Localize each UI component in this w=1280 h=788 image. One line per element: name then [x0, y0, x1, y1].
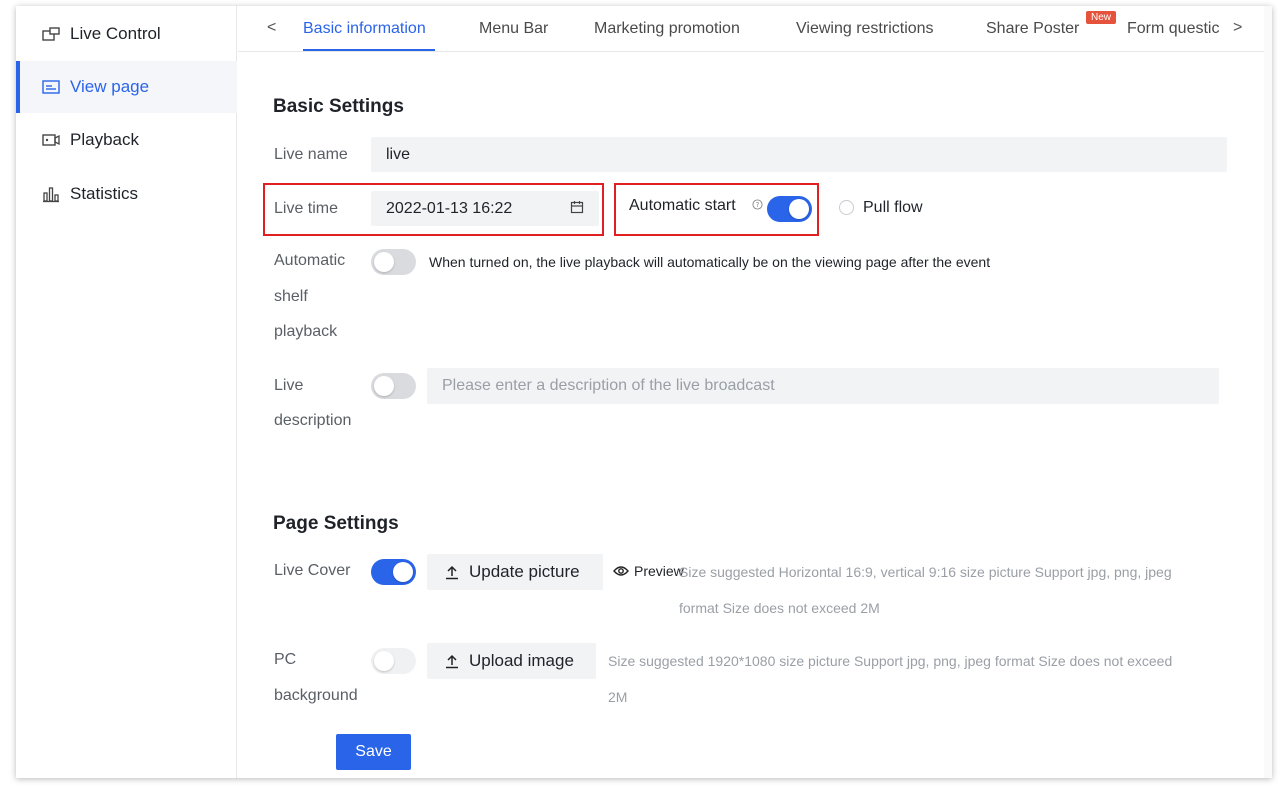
- live-description-switch[interactable]: [371, 373, 416, 399]
- live-name-value: live: [386, 145, 411, 163]
- upload-icon: [445, 565, 459, 580]
- tab-bar: < Basic information Menu Bar Marketing p…: [238, 6, 1272, 52]
- pull-flow-radio[interactable]: [839, 200, 854, 215]
- cover-hint-line2: format Size does not exceed 2M: [679, 600, 880, 616]
- live-control-icon: [42, 25, 60, 43]
- sidebar-item-label: Live Control: [70, 24, 161, 43]
- sidebar-item-live-control[interactable]: Live Control: [16, 8, 237, 60]
- automatic-shelf-label-line1: Automatic: [274, 252, 346, 269]
- help-icon[interactable]: ?: [752, 199, 763, 210]
- live-name-label: Live name: [274, 146, 348, 163]
- live-time-label: Live time: [274, 200, 339, 217]
- switch-knob: [393, 562, 413, 582]
- scrollbar-track[interactable]: [1264, 6, 1272, 778]
- pull-flow-label: Pull flow: [863, 199, 923, 216]
- sidebar-item-view-page[interactable]: View page: [16, 61, 237, 113]
- svg-text:?: ?: [756, 201, 760, 209]
- cover-hint-line1: Size suggested Horizontal 16:9, vertical…: [679, 564, 1172, 580]
- app-window: Live Control View page Playback Statisti…: [16, 6, 1272, 778]
- pc-background-label-line1: PC: [274, 651, 297, 668]
- calendar-icon: [570, 200, 584, 214]
- pc-background-label-line2: background: [274, 687, 358, 704]
- automatic-shelf-switch[interactable]: [371, 249, 416, 275]
- live-name-input[interactable]: live: [371, 137, 1227, 172]
- tab-prev-arrow[interactable]: <: [267, 19, 276, 37]
- view-page-icon: [42, 78, 60, 96]
- tab-viewing-restrictions[interactable]: Viewing restrictions: [796, 20, 934, 38]
- tab-form-questionnaire[interactable]: Form questic: [1127, 20, 1227, 38]
- switch-knob: [374, 376, 394, 396]
- live-description-label-line2: description: [274, 412, 352, 429]
- statistics-icon: [42, 185, 60, 203]
- upload-image-label: Upload image: [469, 651, 574, 670]
- automatic-start-label: Automatic start: [629, 197, 736, 214]
- tab-share-poster[interactable]: Share Poster: [986, 20, 1079, 38]
- automatic-shelf-label-line2: shelf: [274, 288, 308, 305]
- automatic-shelf-hint: When turned on, the live playback will a…: [429, 254, 991, 270]
- playback-icon: [42, 131, 60, 149]
- upload-image-button[interactable]: Upload image: [427, 643, 596, 679]
- live-cover-switch[interactable]: [371, 559, 416, 585]
- main-content: Basic Settings Live name live Live time …: [238, 52, 1272, 778]
- live-description-label-line1: Live: [274, 377, 304, 394]
- sidebar-item-playback[interactable]: Playback: [16, 114, 237, 166]
- upload-icon: [445, 654, 459, 669]
- live-cover-label: Live Cover: [274, 562, 351, 579]
- automatic-start-switch[interactable]: [767, 196, 812, 222]
- sidebar-item-label: View page: [70, 77, 150, 96]
- pc-hint-line2: 2M: [608, 689, 628, 705]
- live-time-value: 2022-01-13 16:22: [386, 199, 513, 217]
- live-description-placeholder: Please enter a description of the live b…: [442, 377, 775, 394]
- sidebar-item-label: Statistics: [70, 184, 139, 203]
- update-picture-button[interactable]: Update picture: [427, 554, 603, 590]
- update-picture-label: Update picture: [469, 562, 580, 581]
- tab-marketing-promotion[interactable]: Marketing promotion: [594, 20, 740, 38]
- switch-knob: [789, 199, 809, 219]
- sidebar-item-label: Playback: [70, 130, 139, 149]
- pc-background-switch[interactable]: [371, 648, 416, 674]
- switch-knob: [374, 651, 394, 671]
- sidebar-item-statistics[interactable]: Statistics: [16, 168, 237, 220]
- preview-link[interactable]: Preview: [634, 563, 684, 579]
- tab-menu-bar[interactable]: Menu Bar: [479, 20, 548, 38]
- page-settings-title: Page Settings: [273, 513, 399, 534]
- pc-hint-line1: Size suggested 1920*1080 size picture Su…: [608, 653, 1173, 669]
- active-tab-underline: [303, 49, 435, 51]
- live-description-input[interactable]: Please enter a description of the live b…: [427, 368, 1219, 404]
- eye-icon[interactable]: [613, 565, 629, 577]
- basic-settings-title: Basic Settings: [273, 96, 404, 117]
- sidebar: Live Control View page Playback Statisti…: [16, 6, 237, 778]
- live-time-picker[interactable]: 2022-01-13 16:22: [371, 191, 599, 226]
- switch-knob: [374, 252, 394, 272]
- new-badge: New: [1086, 11, 1117, 24]
- tab-next-arrow[interactable]: >: [1233, 19, 1242, 37]
- save-button[interactable]: Save: [336, 734, 411, 770]
- tab-basic-information[interactable]: Basic information: [303, 20, 426, 38]
- automatic-shelf-label-line3: playback: [274, 323, 338, 340]
